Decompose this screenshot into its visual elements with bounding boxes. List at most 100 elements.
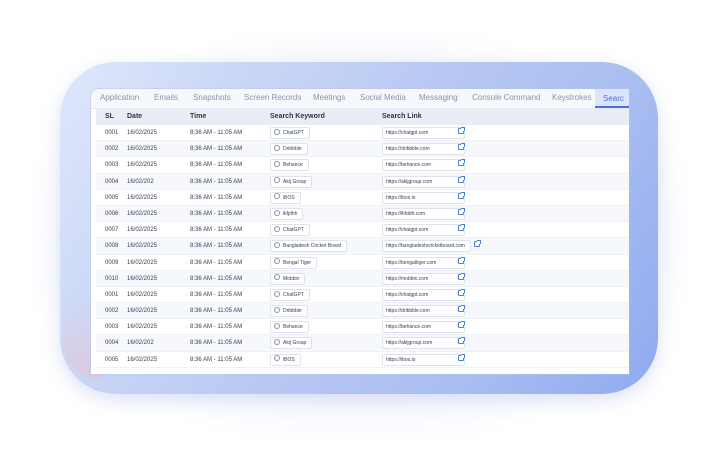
table-row: 0001 16/02/2025 8:36 AM - 11:05 AM ChatGPT h… (96, 287, 629, 304)
cell-time: 8:36 AM - 11:05 AM (190, 324, 243, 331)
table-row: 0003 16/02/2025 8:36 AM - 11:05 AM Behance h… (96, 157, 629, 174)
keyword-chip: lkfjdhh (270, 207, 304, 220)
external-link-icon[interactable] (458, 191, 465, 199)
search-icon (274, 225, 280, 232)
cell-date: 16/02/2025 (127, 146, 158, 153)
search-icon (274, 322, 280, 329)
table-row: 0001 16/02/2025 8:36 AM - 11:05 AM ChatGPT h… (96, 125, 629, 142)
search-icon (274, 193, 280, 200)
keyword-chip: Dribbble (270, 305, 308, 318)
table-header: SL Date Time Search Keyword Search Link (96, 109, 629, 125)
external-link-icon[interactable] (458, 321, 465, 329)
external-link-icon[interactable] (458, 224, 465, 232)
keyword-chip: Bangladesh Cricket Board (270, 240, 348, 253)
link-field: https://lkfddh.com (382, 207, 465, 220)
cell-sl: 0006 (105, 210, 119, 217)
cell-sl: 0010 (105, 275, 119, 282)
search-icon (274, 209, 280, 216)
search-icon (274, 339, 280, 346)
cell-date: 16/02/2025 (127, 324, 158, 331)
link-field: https://mobbin.com (382, 272, 465, 285)
tab-snapshots[interactable]: Snapshots (193, 93, 231, 102)
external-link-icon[interactable] (458, 337, 465, 345)
search-icon (274, 177, 280, 184)
cell-date: 16/02/2025 (127, 356, 158, 363)
external-link-icon[interactable] (458, 353, 465, 361)
cell-time: 8:36 AM - 11:05 AM (190, 178, 243, 185)
tab-emails[interactable]: Emails (154, 93, 178, 102)
cell-sl: 0003 (105, 162, 119, 169)
keyword-chip: Akij Group (270, 337, 313, 350)
tab-console-command[interactable]: Console Command (472, 93, 540, 102)
external-link-icon[interactable] (458, 207, 465, 215)
cell-sl: 0001 (105, 130, 119, 136)
header-date: Date (127, 113, 143, 120)
link-field: https://ibos.io (382, 353, 465, 366)
tab-application[interactable]: Application (100, 93, 139, 102)
cell-time: 8:36 AM - 11:05 AM (190, 243, 243, 250)
keyword-text: ChatGPT (283, 227, 304, 234)
cell-date: 16/02/2025 (127, 130, 158, 136)
link-field: https://ibos.io (382, 191, 465, 204)
keyword-text: iBOS (283, 356, 295, 363)
external-link-icon[interactable] (458, 305, 465, 313)
tab-messaging[interactable]: Messaging (419, 93, 458, 102)
cell-sl: 0009 (105, 259, 119, 266)
keyword-text: Bengal Tiger (283, 259, 312, 266)
external-link-icon[interactable] (458, 272, 465, 280)
tab-screen-records[interactable]: Screen Records (244, 93, 301, 102)
cell-time: 8:36 AM - 11:05 AM (190, 194, 243, 201)
cell-time: 8:36 AM - 11:05 AM (190, 356, 243, 363)
header-time: Time (190, 113, 207, 120)
tab-meetings[interactable]: Meetings (313, 93, 345, 102)
external-link-icon[interactable] (458, 175, 465, 183)
tab-search[interactable]: Searc (595, 89, 629, 108)
table-row: 0004 16/02/202 8:36 AM - 11:05 AM Akij Grou… (96, 173, 629, 190)
cell-date: 16/02/2025 (127, 210, 158, 217)
external-link-icon[interactable] (458, 288, 465, 296)
keyword-chip: iBOS (270, 191, 301, 204)
table-row: 0007 16/02/2025 8:36 AM - 11:05 AM ChatGPT h… (96, 222, 629, 239)
cell-sl: 0008 (105, 243, 119, 250)
cell-time: 8:36 AM - 11:05 AM (190, 130, 243, 136)
tab-social-media[interactable]: Social Media (360, 93, 406, 102)
external-link-icon[interactable] (458, 256, 465, 264)
keyword-chip: ChatGPT (270, 224, 310, 237)
search-icon (274, 144, 280, 151)
keyword-text: Mobbin (283, 275, 300, 282)
keyword-text: ChatGPT (283, 130, 304, 136)
cell-sl: 0005 (105, 356, 119, 363)
cell-sl: 0007 (105, 227, 119, 234)
table-row: 0008 16/02/2025 8:36 AM - 11:05 AM Banglade… (96, 238, 629, 255)
link-field: https://chatgpt.com (382, 288, 465, 301)
search-icon (274, 161, 280, 168)
external-link-icon[interactable] (458, 143, 465, 151)
cell-date: 16/02/2025 (127, 194, 158, 201)
keyword-text: Akij Group (283, 340, 307, 347)
cell-time: 8:36 AM - 11:05 AM (190, 227, 243, 234)
header-search-keyword: Search Keyword (270, 113, 325, 120)
cell-sl: 0005 (105, 194, 119, 201)
cell-time: 8:36 AM - 11:05 AM (190, 291, 243, 298)
keyword-text: Dribbble (283, 146, 302, 153)
cell-time: 8:36 AM - 11:05 AM (190, 340, 243, 347)
cell-time: 8:36 AM - 11:05 AM (190, 162, 243, 169)
link-field: https://behance.com (382, 159, 465, 172)
cell-date: 16/02/2025 (127, 259, 158, 266)
table-body: 0001 16/02/2025 8:36 AM - 11:05 AM ChatGPT h… (96, 125, 629, 368)
cell-time: 8:36 AM - 11:05 AM (190, 146, 243, 153)
cell-sl: 0004 (105, 340, 119, 347)
external-link-icon[interactable] (458, 159, 465, 167)
table-row: 0002 16/02/2025 8:36 AM - 11:05 AM Dribbble… (96, 303, 629, 320)
tab-bar: Application Emails Snapshots Screen Reco… (91, 89, 629, 109)
external-link-icon[interactable] (474, 240, 481, 248)
table-row: 0003 16/02/2025 8:36 AM - 11:05 AM Behance h… (96, 319, 629, 336)
cell-sl: 0002 (105, 308, 119, 315)
keyword-text: lkfjdhh (283, 210, 298, 217)
tab-keystrokes[interactable]: Keystrokes (552, 93, 592, 102)
cell-date: 16/02/2025 (127, 275, 158, 282)
table-row: 0005 16/02/2025 8:36 AM - 11:05 AM iBOS http… (96, 352, 629, 368)
search-icon (274, 258, 280, 265)
external-link-icon[interactable] (458, 127, 465, 134)
keyword-text: Akij Group (283, 178, 307, 185)
